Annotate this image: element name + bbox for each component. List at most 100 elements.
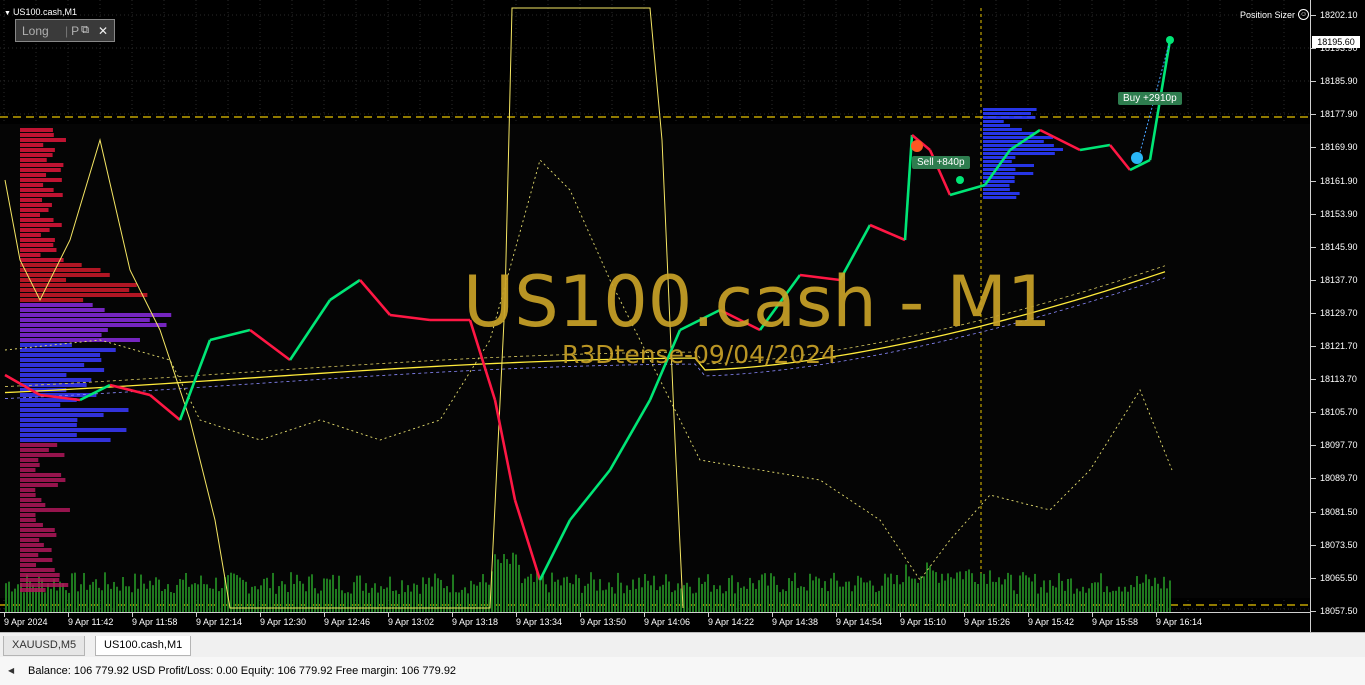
volume-bar bbox=[809, 573, 811, 612]
time-tick: 9 Apr 13:02 bbox=[388, 613, 435, 627]
volume-profile-bar bbox=[20, 463, 40, 467]
time-tick: 9 Apr 2024 bbox=[4, 613, 48, 627]
volume-profile-bar bbox=[983, 176, 1015, 179]
volume-bar bbox=[686, 582, 688, 612]
volume-bar bbox=[680, 588, 682, 612]
volume-bar bbox=[101, 590, 103, 612]
volume-bar bbox=[644, 574, 646, 612]
time-tick: 9 Apr 14:22 bbox=[708, 613, 755, 627]
volume-profile-bar bbox=[983, 168, 1016, 171]
volume-bar bbox=[1121, 591, 1123, 612]
volume-bar bbox=[320, 590, 322, 612]
volume-bar bbox=[1019, 575, 1021, 612]
volume-profile-bar bbox=[20, 403, 61, 407]
volume-bar bbox=[896, 574, 898, 612]
volume-bar bbox=[119, 590, 121, 612]
volume-profile-bar bbox=[20, 223, 62, 227]
volume-bar bbox=[494, 554, 496, 612]
volume-profile-bar bbox=[20, 483, 58, 487]
exit-dot bbox=[956, 176, 964, 184]
volume-bar bbox=[638, 577, 640, 612]
volume-profile-bar bbox=[20, 418, 78, 422]
volume-bar bbox=[197, 584, 199, 612]
time-tick: 9 Apr 15:10 bbox=[900, 613, 947, 627]
price-tick: 18081.50 bbox=[1311, 506, 1358, 517]
volume-bar bbox=[263, 578, 265, 612]
volume-bar bbox=[914, 578, 916, 612]
tab-xauusd[interactable]: XAUUSD,M5 bbox=[3, 636, 86, 656]
volume-bar bbox=[629, 589, 631, 612]
volume-bar bbox=[8, 581, 10, 612]
chart-area[interactable]: ▼ US100.cash,M1 Long | P ⧉ ✕ Position Siz… bbox=[0, 0, 1365, 632]
volume-bar bbox=[368, 592, 370, 612]
volume-bar bbox=[389, 576, 391, 612]
time-tick: 9 Apr 12:14 bbox=[196, 613, 243, 627]
chart-tabs-bar: XAUUSD,M5 US100.cash,M1 bbox=[0, 632, 1365, 658]
volume-profile-bar bbox=[20, 528, 55, 532]
mode-button[interactable]: P bbox=[71, 24, 79, 38]
buy-marker-icon bbox=[1131, 152, 1143, 164]
time-tick: 9 Apr 14:38 bbox=[772, 613, 819, 627]
volume-bar bbox=[1091, 583, 1093, 612]
volume-bar bbox=[1022, 572, 1024, 612]
volume-bar bbox=[128, 586, 130, 612]
tab-us100[interactable]: US100.cash,M1 bbox=[95, 636, 192, 656]
volume-bar bbox=[470, 580, 472, 612]
volume-profile-bar bbox=[983, 164, 1035, 167]
volume-profile-bar bbox=[20, 198, 43, 202]
price-scale[interactable]: 18202.10 18193.90 18185.90 18177.90 18169.90… bbox=[1310, 0, 1365, 632]
buy-trade-label[interactable]: Buy +2910p bbox=[1118, 92, 1182, 105]
volume-bar bbox=[944, 580, 946, 612]
volume-bar bbox=[1001, 584, 1003, 612]
volume-profile-bar bbox=[20, 238, 55, 242]
volume-bar bbox=[512, 552, 514, 612]
last-price-dot bbox=[1166, 36, 1174, 44]
direction-button[interactable]: Long bbox=[16, 24, 62, 38]
volume-profile-bar bbox=[20, 133, 54, 137]
volume-bar bbox=[1160, 588, 1162, 612]
volume-bar bbox=[1115, 590, 1117, 612]
volume-bar bbox=[23, 592, 25, 612]
volume-bar bbox=[38, 576, 40, 612]
volume-bar bbox=[137, 588, 139, 612]
volume-bar bbox=[656, 590, 658, 612]
volume-bar bbox=[641, 587, 643, 612]
volume-bar bbox=[338, 575, 340, 612]
close-icon[interactable]: ✕ bbox=[98, 24, 108, 38]
volume-profile-bar bbox=[20, 233, 41, 237]
volume-bar bbox=[170, 592, 172, 612]
position-sizer-button[interactable]: Position Sizer ☺ bbox=[1240, 9, 1310, 20]
price-tick: 18129.70 bbox=[1311, 307, 1358, 318]
volume-bar bbox=[578, 578, 580, 612]
volume-bar bbox=[932, 570, 934, 612]
volume-bar bbox=[404, 592, 406, 612]
volume-bar bbox=[308, 576, 310, 612]
volume-profile-bar bbox=[20, 303, 93, 307]
volume-bar bbox=[455, 592, 457, 612]
volume-bar bbox=[233, 573, 235, 612]
volume-bar bbox=[236, 575, 238, 612]
volume-bar bbox=[419, 593, 421, 612]
volume-bar bbox=[767, 585, 769, 612]
volume-bar bbox=[560, 585, 562, 612]
volume-bar bbox=[773, 576, 775, 612]
volume-bar bbox=[194, 583, 196, 612]
trade-panel: Long | P ⧉ ✕ bbox=[15, 19, 115, 42]
volume-profile-bar bbox=[20, 248, 57, 252]
volume-bar bbox=[728, 577, 730, 612]
volume-bar bbox=[980, 573, 982, 612]
volume-bar bbox=[740, 587, 742, 612]
volume-bar bbox=[143, 583, 145, 612]
volume-profile-bar bbox=[20, 588, 46, 592]
volume-bar bbox=[677, 583, 679, 612]
volume-profile-bar bbox=[20, 218, 54, 222]
time-axis[interactable]: 9 Apr 2024 9 Apr 11:42 9 Apr 11:58 9 Apr 12… bbox=[0, 612, 1310, 633]
volume-bar bbox=[611, 587, 613, 612]
volume-profile-bar bbox=[20, 508, 70, 512]
volume-bar bbox=[956, 572, 958, 612]
restore-window-icon[interactable]: ⧉ bbox=[81, 24, 89, 37]
volume-bar bbox=[626, 585, 628, 612]
volume-bar bbox=[167, 584, 169, 612]
sell-trade-label[interactable]: Sell +840p bbox=[912, 156, 970, 169]
volume-bar bbox=[920, 576, 922, 612]
